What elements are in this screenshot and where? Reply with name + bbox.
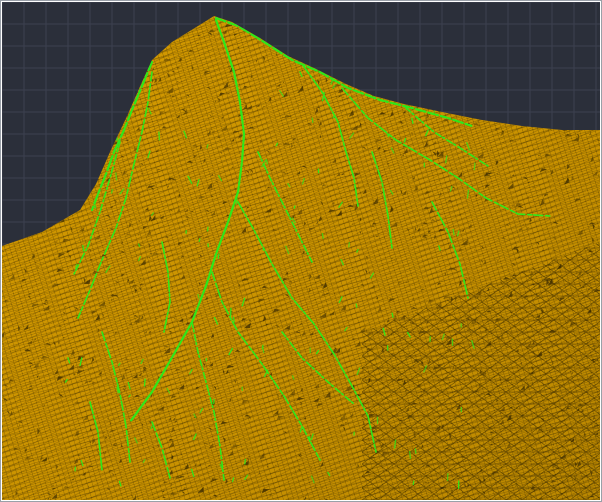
ridge-edge-fragment [412, 480, 415, 486]
ridge-edge-fragment [206, 144, 209, 149]
ridge-edge-fragment [198, 238, 201, 242]
ridge-edge-fragment [414, 448, 417, 454]
ridge-edge-fragment [409, 450, 412, 459]
ridge-edge-fragment [150, 425, 153, 430]
ridge-edge-fragment [473, 162, 476, 171]
ridge-edge-fragment [158, 131, 161, 141]
ridge-edge-fragment [217, 253, 220, 260]
ridge-edge-fragment [244, 458, 247, 465]
ridge-edge-fragment [110, 189, 114, 194]
ridge-edge-fragment [82, 244, 85, 252]
ridge-edge-fragment [143, 378, 146, 387]
ridge-edge-fragment [232, 316, 235, 323]
cad-window-frame [0, 0, 602, 502]
ridge-edge-fragment [75, 263, 78, 269]
ridge-edge-fragment [115, 172, 118, 181]
terrain-scene[interactable] [2, 2, 600, 500]
ridge-edge-fragment [235, 198, 238, 205]
ridge-edge-fragment [452, 228, 455, 236]
ridge-edge-fragment [391, 312, 394, 318]
ridge-edge-fragment [348, 242, 350, 248]
ridge-edge-fragment [311, 117, 314, 124]
ridge-edge-fragment [293, 205, 296, 209]
ridge-edge-fragment [321, 233, 324, 240]
ridge-edge-fragment [206, 226, 209, 232]
ridge-edge-fragment [355, 303, 358, 308]
ridge-edge-fragment [197, 293, 200, 299]
3d-model-viewport[interactable] [2, 2, 600, 500]
